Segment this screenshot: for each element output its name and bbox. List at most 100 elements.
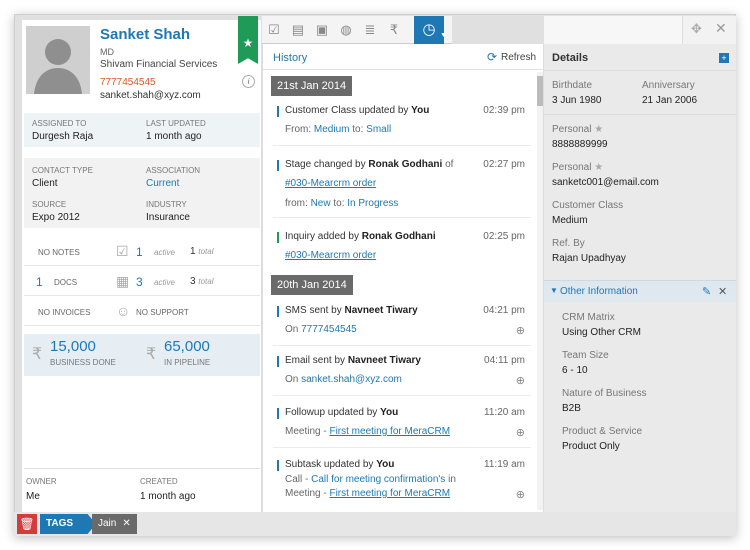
contact-panel: Sanket Shah MD Shivam Financial Services… (22, 16, 262, 512)
history-scrollbar-thumb[interactable] (537, 76, 543, 106)
notes-check-icon: ☑ (116, 243, 129, 259)
entry-time: 04:11 pm (484, 355, 525, 366)
entry-text: Inquiry added by Ronak Godhani (285, 231, 436, 242)
zoom-icon[interactable]: ⊕ (516, 324, 525, 337)
person-silhouette-icon (26, 26, 90, 94)
entry-detail: Meeting - First meeting for MeraCRM (285, 426, 451, 437)
other-information-title: Other Information (560, 286, 638, 297)
docs-count: 1 (36, 275, 43, 289)
entry-text: Subtask updated by You (285, 459, 395, 470)
refresh-icon[interactable]: ⟳ (487, 50, 497, 64)
details-title: Details (552, 52, 589, 64)
star-icon: ★ (594, 124, 604, 135)
contact-phone[interactable]: 7777454545 (100, 77, 156, 88)
contact-title: MD (100, 47, 114, 57)
zoom-icon[interactable]: ⊕ (516, 374, 525, 387)
avatar (26, 26, 90, 94)
other-info-label: Team Size (562, 350, 609, 361)
entry-time: 02:39 pm (483, 105, 525, 116)
other-info-label: Nature of Business (562, 388, 647, 399)
globe-icon[interactable]: ◍ (336, 20, 356, 40)
owner-label: OWNER (26, 477, 57, 486)
anniversary-label: Anniversary (642, 80, 695, 91)
entry-marker (277, 356, 279, 367)
entry-link[interactable]: #030-Mearcrm order (285, 178, 376, 189)
entry-marker (277, 408, 279, 419)
notes-active-count: 1 (136, 245, 143, 259)
association-value[interactable]: Current (146, 178, 179, 189)
notes-row[interactable]: NO NOTES ☑ 1 active 1 total (24, 240, 260, 266)
collapse-caret-icon[interactable]: ▼ (550, 286, 558, 295)
support-label[interactable]: NO SUPPORT (136, 308, 189, 317)
personal-phone-value: 8888889999 (552, 139, 608, 150)
activity-toolbar: ☑ ▤ ▣ ◍ ≣ ₹ ◷ ▼ (262, 16, 452, 44)
history-entry: SMS sent by Navneet Tiwary 04:21 pm On 7… (273, 304, 531, 346)
entry-text: Followup updated by You (285, 407, 399, 418)
invoices-label[interactable]: NO INVOICES (38, 308, 90, 317)
contact-company: Shivam Financial Services (100, 59, 218, 70)
briefcase-icon[interactable]: ▣ (312, 20, 332, 40)
entry-link[interactable]: #030-Mearcrm order (285, 250, 376, 261)
close-icon[interactable]: ✕ (715, 20, 727, 37)
contact-type-label: CONTACT TYPE (32, 166, 93, 175)
industry-value: Insurance (146, 212, 190, 223)
add-icon[interactable]: + (719, 53, 729, 63)
task-check-icon[interactable]: ☑ (264, 20, 284, 40)
docs-active-count: 3 (136, 275, 143, 289)
history-clock-icon[interactable]: ◷ (414, 16, 444, 44)
docs-row[interactable]: 1 DOCS ▦ 3 active 3 total (24, 270, 260, 296)
dropdown-caret-icon[interactable]: ▼ (440, 32, 447, 39)
history-entry: Stage changed by Ronak Godhani of 02:27 … (273, 158, 531, 218)
birthdate-label: Birthdate (552, 80, 593, 91)
contact-type-value: Client (32, 178, 58, 189)
owner-block: OWNER Me CREATED 1 month ago (24, 468, 260, 512)
entry-detail: Meeting - First meeting for MeraCRM (285, 488, 451, 499)
entry-marker (277, 106, 279, 117)
history-scrollbar[interactable] (537, 72, 543, 510)
briefcase-icon: ▦ (116, 273, 130, 289)
window-controls: ✥ ✕ (682, 16, 736, 44)
invoice-icon[interactable]: ≣ (360, 20, 380, 40)
contact-email[interactable]: sanket.shah@xyz.com (100, 90, 201, 101)
docs-active-label: active (154, 278, 175, 287)
divider (544, 70, 736, 71)
other-information-header[interactable]: ▼ Other Information ✎ ✕ (544, 280, 736, 302)
tag-chip[interactable]: Jain ✕ (92, 514, 137, 534)
favorite-star-icon[interactable]: ★ (238, 16, 258, 64)
remove-tag-icon[interactable]: ✕ (122, 518, 130, 529)
created-value: 1 month ago (140, 491, 196, 502)
entry-marker (277, 160, 279, 171)
history-date-header: 20th Jan 2014 (271, 275, 353, 295)
entry-time: 04:21 pm (483, 305, 525, 316)
history-entry: Inquiry added by Ronak Godhani 02:25 pm … (273, 230, 531, 270)
industry-label: INDUSTRY (146, 200, 187, 209)
notes-total: 1 total (190, 246, 214, 257)
move-icon[interactable]: ✥ (691, 21, 702, 37)
zoom-icon[interactable]: ⊕ (516, 488, 525, 501)
docs-total: 3 total (190, 276, 214, 287)
assignment-block: ASSIGNED TO Durgesh Raja LAST UPDATED 1 … (24, 113, 260, 147)
association-label: ASSOCIATION (146, 166, 201, 175)
entry-detail: from: New to: In Progress (285, 198, 399, 209)
entry-detail: On sanket.shah@xyz.com (285, 374, 402, 385)
history-title: History (273, 52, 308, 64)
entry-time: 02:25 pm (483, 231, 525, 242)
notes-label: NO NOTES (38, 248, 80, 257)
rupee-icon[interactable]: ₹ (384, 20, 404, 40)
edit-pencil-icon[interactable]: ✎ (702, 285, 711, 298)
personal-email-value: sanketc001@email.com (552, 177, 659, 188)
note-icon[interactable]: ▤ (288, 20, 308, 40)
zoom-icon[interactable]: ⊕ (516, 426, 525, 439)
details-panel: Details + Birthdate 3 Jun 1980 Anniversa… (544, 44, 736, 512)
close-icon[interactable]: ✕ (718, 285, 727, 298)
refresh-button[interactable]: Refresh (501, 52, 536, 63)
trash-icon[interactable]: 🗑 (17, 514, 37, 534)
customer-class-value: Medium (552, 215, 588, 226)
tags-button[interactable]: TAGS (40, 514, 96, 534)
history-entry: Customer Class updated by You 02:39 pm F… (273, 104, 531, 146)
created-label: CREATED (140, 477, 178, 486)
other-info-value: Product Only (562, 441, 620, 452)
other-info-value: B2B (562, 403, 581, 414)
entry-marker (277, 460, 279, 471)
info-icon[interactable]: i (242, 75, 255, 88)
